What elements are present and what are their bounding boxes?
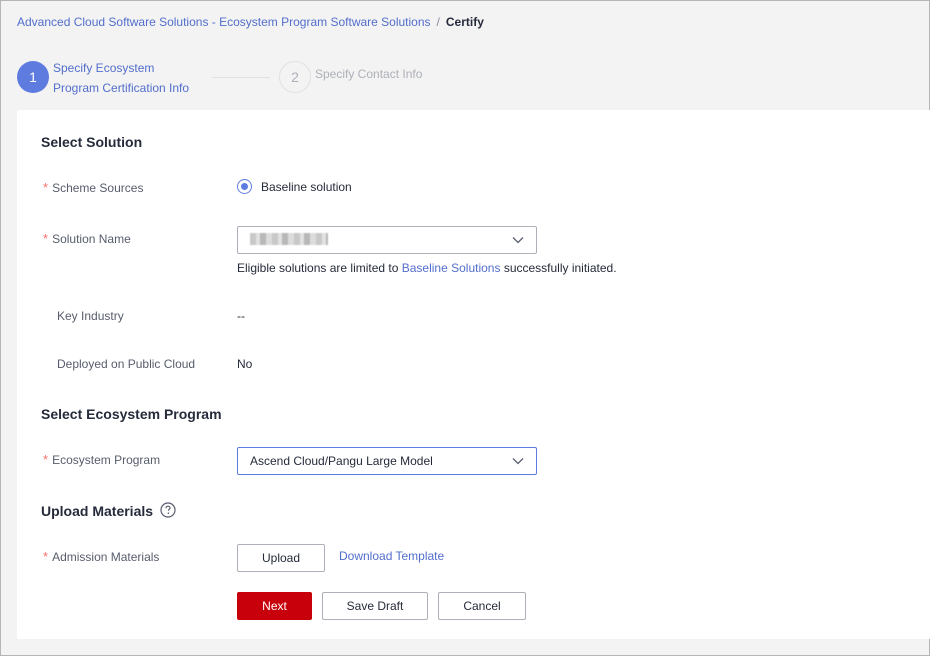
page-frame: Advanced Cloud Software Solutions - Ecos… [0,0,930,656]
ecosystem-program-select[interactable]: Ascend Cloud/Pangu Large Model [237,447,537,475]
public-cloud-label: Deployed on Public Cloud [57,357,196,371]
step-1-label-line1: Specify Ecosystem [53,61,155,75]
chevron-down-icon [512,237,524,244]
solution-name-select[interactable] [237,226,537,254]
step-2-label: Specify Contact Info [315,67,423,81]
breadcrumb: Advanced Cloud Software Solutions - Ecos… [17,14,484,30]
admission-materials-label-text: Admission Materials [52,550,160,564]
solution-name-select-value [250,232,512,248]
step-connector-line [212,77,270,78]
admission-materials-label: * Admission Materials [43,549,159,564]
step-1-label-line2: Program Certification Info [53,81,190,95]
step-2-number: 2 [279,61,311,93]
hint-prefix: Eligible solutions are limited to [237,261,402,275]
hint-suffix: successfully initiated. [500,261,617,275]
required-marker: * [43,180,49,195]
step-2: 2 Specify Contact Info [279,61,422,93]
step-1-number: 1 [17,61,49,93]
save-draft-button[interactable]: Save Draft [322,592,428,620]
ecosystem-program-title: Select Ecosystem Program [41,406,222,422]
ecosystem-program-select-value: Ascend Cloud/Pangu Large Model [250,454,433,468]
select-solution-title: Select Solution [41,134,143,150]
key-industry-label: Key Industry [57,309,124,323]
cancel-button[interactable]: Cancel [438,592,526,620]
ecosystem-program-label: * Ecosystem Program [43,452,160,467]
question-circle-icon[interactable] [160,502,176,518]
redacted-value [250,232,328,245]
radio-checked-icon [237,179,252,194]
required-marker: * [43,231,49,246]
public-cloud-value: No [237,357,253,371]
ecosystem-program-label-text: Ecosystem Program [52,453,161,467]
upload-materials-title: Upload Materials [41,503,154,519]
solution-name-label: * Solution Name [43,231,131,246]
baseline-solution-radio-label: Baseline solution [261,179,352,194]
chevron-down-icon [512,458,524,465]
next-button[interactable]: Next [237,592,312,620]
step-1: 1 Specify Ecosystem Program Certificatio… [17,61,189,95]
scheme-sources-label: * Scheme Sources [43,180,143,195]
solution-name-label-text: Solution Name [52,232,131,246]
scheme-sources-label-text: Scheme Sources [52,181,144,195]
solution-name-hint: Eligible solutions are limited to Baseli… [237,261,617,275]
step-1-label: Specify Ecosystem Program Certification … [53,58,203,98]
form-card: Select Solution * Scheme Sources Baseline… [17,110,930,639]
baseline-solutions-link[interactable]: Baseline Solutions [402,261,501,275]
breadcrumb-separator: / [436,15,440,29]
upload-button[interactable]: Upload [237,544,325,572]
download-template-link[interactable]: Download Template [339,549,444,563]
breadcrumb-current: Certify [445,15,484,29]
baseline-solution-radio[interactable]: Baseline solution [237,179,352,194]
required-marker: * [43,452,49,467]
breadcrumb-parent-link[interactable]: Advanced Cloud Software Solutions - Ecos… [17,15,431,29]
required-marker: * [43,549,49,564]
key-industry-value: -- [237,309,245,323]
